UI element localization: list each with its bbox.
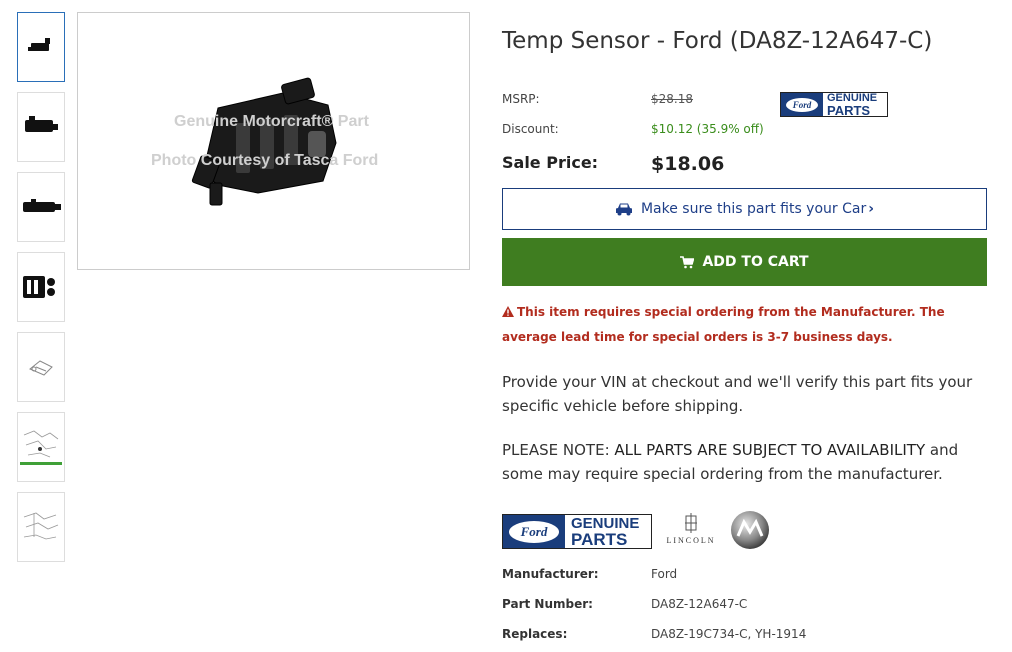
lincoln-logo: LINCOLN	[662, 512, 720, 545]
product-title: Temp Sensor - Ford (DA8Z-12A647-C)	[502, 28, 933, 54]
discount-label: Discount:	[502, 122, 559, 136]
car-icon	[615, 203, 632, 216]
spec-label: Part Number:	[502, 597, 593, 611]
spec-value: DA8Z-19C734-C, YH-1914	[651, 627, 807, 641]
thumbnail-1[interactable]	[17, 12, 65, 82]
brand-logos: Ford GENUINE PARTS LINCOLN	[502, 508, 988, 554]
logo-genuine-text: GENUINE	[827, 91, 878, 104]
warning-icon	[502, 306, 514, 317]
ford-oval-logo: Ford	[785, 96, 819, 113]
spec-value: Ford	[651, 567, 678, 581]
watermark-line-2: Photo Courtesy of Tasca Ford	[151, 152, 379, 169]
note-caps: ALL PARTS ARE SUBJECT TO AVAILABILITY	[614, 441, 926, 459]
note-prefix: PLEASE NOTE:	[502, 441, 610, 459]
logo-parts-text: PARTS	[827, 102, 871, 118]
spec-value: DA8Z-12A647-C	[651, 597, 748, 611]
watermark-line-1: Genuine Motorcraft® Part	[174, 113, 369, 130]
thumbnail-4[interactable]	[17, 252, 65, 322]
msrp-label: MSRP:	[502, 92, 540, 106]
add-to-cart-button[interactable]: ADD TO CART	[502, 238, 987, 286]
thumbnail-active-bar	[20, 462, 62, 465]
main-product-image[interactable]: Genuine Motorcraft® Part Photo Courtesy …	[77, 12, 470, 270]
vin-paragraph: Provide your VIN at checkout and we'll v…	[502, 373, 973, 415]
warning-text: This item requires special ordering from…	[502, 305, 945, 344]
discount-value: $10.12 (35.9% off)	[651, 122, 764, 136]
msrp-value: $28.18	[651, 92, 693, 106]
logo-large-parts-text: PARTS	[571, 529, 628, 549]
thumbnail-3[interactable]	[17, 172, 65, 242]
ford-genuine-parts-logo-large: Ford GENUINE PARTS	[502, 514, 652, 549]
check-fitment-button[interactable]: Make sure this part fits your Car ›	[502, 188, 987, 230]
spec-label: Replaces:	[502, 627, 568, 641]
thumbnail-gallery	[17, 12, 67, 572]
lincoln-logo-text: LINCOLN	[666, 536, 716, 545]
thumbnail-2[interactable]	[17, 92, 65, 162]
availability-note: PLEASE NOTE: ALL PARTS ARE SUBJECT TO AV…	[502, 438, 988, 486]
spec-label: Manufacturer:	[502, 567, 599, 581]
chevron-right-icon: ›	[868, 201, 875, 217]
thumbnail-6[interactable]	[17, 412, 65, 482]
temp-sensor-image	[191, 77, 337, 206]
ford-oval-logo-large: Ford	[508, 519, 560, 544]
ford-genuine-parts-logo: Ford GENUINE PARTS	[780, 92, 888, 117]
lincoln-star-icon	[685, 513, 697, 533]
logo-large-genuine-text: GENUINE	[571, 514, 640, 532]
check-fitment-label: Make sure this part fits your Car	[640, 201, 867, 217]
cart-icon	[680, 255, 695, 268]
add-to-cart-label: ADD TO CART	[702, 254, 809, 270]
special-order-warning: This item requires special ordering from…	[502, 300, 988, 350]
mercury-logo	[731, 511, 769, 549]
thumbnail-5[interactable]	[17, 332, 65, 402]
sale-price-label: Sale Price:	[502, 153, 599, 172]
thumbnail-7[interactable]	[17, 492, 65, 562]
sale-price-value: $18.06	[651, 153, 725, 175]
